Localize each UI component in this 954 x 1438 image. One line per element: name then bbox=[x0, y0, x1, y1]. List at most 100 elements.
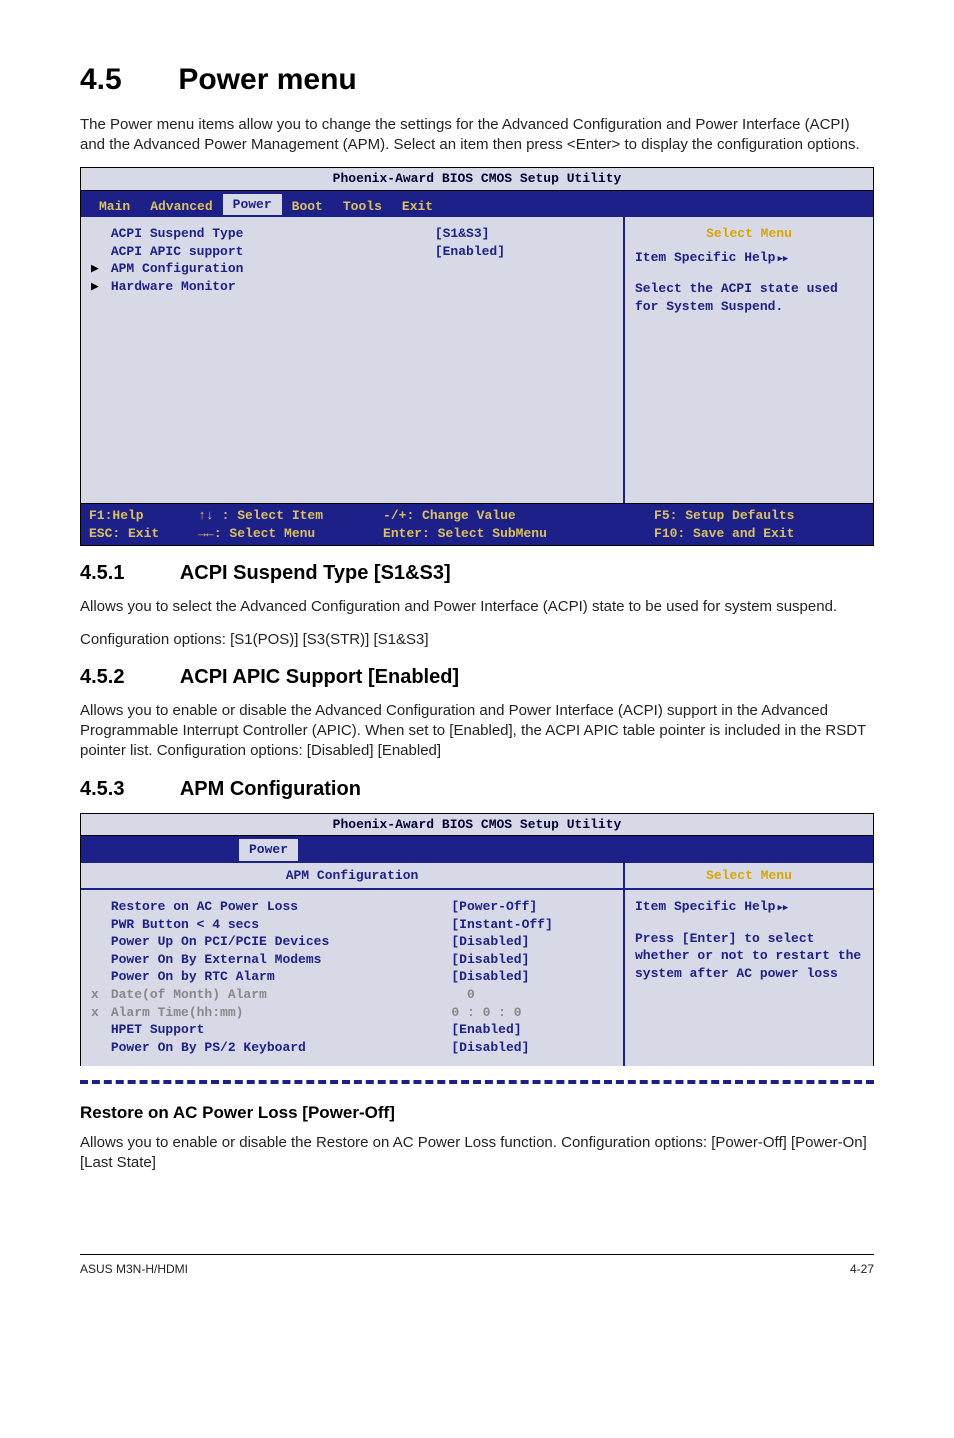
footer-right: 4-27 bbox=[850, 1261, 874, 1277]
bios2-config-header: APM Configuration bbox=[81, 863, 623, 889]
bios-row: Power On By PS/2 Keyboard[Disabled] bbox=[85, 1039, 613, 1057]
bios2-header-row: APM Configuration Select Menu bbox=[81, 863, 873, 891]
bios-row: Power Up On PCI/PCIE Devices[Disabled] bbox=[85, 933, 613, 951]
row-value: 0 bbox=[445, 986, 613, 1004]
row-label: Power On by RTC Alarm bbox=[105, 968, 446, 986]
sub-451-heading: 4.5.1 ACPI Suspend Type [S1&S3] bbox=[80, 560, 874, 587]
bios-row: HPET Support[Enabled] bbox=[85, 1021, 613, 1039]
section-heading: 4.5 Power menu bbox=[80, 60, 874, 101]
row-label: Date(of Month) Alarm bbox=[105, 986, 446, 1004]
sub-452-number: 4.5.2 bbox=[80, 664, 175, 691]
row-value: [Disabled] bbox=[445, 933, 613, 951]
row-arrow bbox=[85, 225, 105, 243]
bios2-cut-line bbox=[80, 1080, 874, 1088]
bios2-titlebar: Phoenix-Award BIOS CMOS Setup Utility bbox=[81, 814, 873, 837]
row-arrow bbox=[85, 933, 105, 951]
row-arrow: ▶ bbox=[85, 260, 105, 278]
bios-footer-col1: F1:Help ↑↓ : Select Item ESC: Exit →←: S… bbox=[89, 507, 323, 542]
row-value: [Disabled] bbox=[445, 1039, 613, 1057]
row-arrow bbox=[85, 898, 105, 916]
sub-451-body1: Allows you to select the Advanced Config… bbox=[80, 597, 874, 617]
bios-footer-col3: F5: Setup Defaults F10: Save and Exit bbox=[654, 507, 865, 542]
restore-body: Allows you to enable or disable the Rest… bbox=[80, 1133, 874, 1174]
bios-row: xDate(of Month) Alarm 0 bbox=[85, 986, 613, 1004]
section-title-text: Power menu bbox=[178, 63, 356, 96]
bios-menu-tools: Tools bbox=[333, 198, 392, 216]
bios-item-specific-help-label: Item Specific Help bbox=[635, 249, 863, 267]
bios-footer-col2: -/+: Change Value Enter: Select SubMenu bbox=[383, 507, 594, 542]
row-value: [Disabled] bbox=[445, 968, 613, 986]
row-label: APM Configuration bbox=[105, 260, 429, 278]
row-arrow bbox=[85, 243, 105, 261]
bios-row: ACPI APIC support[Enabled] bbox=[85, 243, 613, 261]
sub-452-title: ACPI APIC Support [Enabled] bbox=[180, 666, 459, 688]
row-label: Hardware Monitor bbox=[105, 278, 429, 296]
bios-menu-advanced: Advanced bbox=[140, 198, 222, 216]
bios2-item-specific-help-label: Item Specific Help bbox=[635, 898, 863, 916]
sub-451-title: ACPI Suspend Type [S1&S3] bbox=[180, 562, 451, 584]
restore-heading: Restore on AC Power Loss [Power-Off] bbox=[80, 1102, 874, 1125]
bios-item-specific-help-body: Select the ACPI state used for System Su… bbox=[635, 280, 863, 315]
bios-row: ▶APM Configuration bbox=[85, 260, 613, 278]
row-arrow: ▶ bbox=[85, 278, 105, 296]
bios-titlebar: Phoenix-Award BIOS CMOS Setup Utility bbox=[81, 168, 873, 191]
bios-row: Power On by RTC Alarm[Disabled] bbox=[85, 968, 613, 986]
bios-row: ACPI Suspend Type[S1&S3] bbox=[85, 225, 613, 243]
bios-row: ▶Hardware Monitor bbox=[85, 278, 613, 296]
bios-row: Restore on AC Power Loss[Power-Off] bbox=[85, 898, 613, 916]
row-value: [Enabled] bbox=[445, 1021, 613, 1039]
row-arrow bbox=[85, 916, 105, 934]
bios2-body: Restore on AC Power Loss[Power-Off] PWR … bbox=[81, 890, 873, 1066]
bios-menu-power: Power bbox=[223, 194, 282, 216]
row-label: Power Up On PCI/PCIE Devices bbox=[105, 933, 446, 951]
sub-453-heading: 4.5.3 APM Configuration bbox=[80, 776, 874, 803]
row-value: [S1&S3] bbox=[429, 225, 613, 243]
bios-menu-main: Main bbox=[89, 198, 140, 216]
row-arrow bbox=[85, 1039, 105, 1057]
footer-left: ASUS M3N-H/HDMI bbox=[80, 1261, 188, 1277]
bios2-item-specific-help-body: Press [Enter] to select whether or not t… bbox=[635, 930, 863, 983]
bios2-menu-power: Power bbox=[239, 839, 298, 861]
sub-451-body2: Configuration options: [S1(POS)] [S3(STR… bbox=[80, 630, 874, 650]
sub-452-heading: 4.5.2 ACPI APIC Support [Enabled] bbox=[80, 664, 874, 691]
row-value: [Power-Off] bbox=[445, 898, 613, 916]
row-value: [Enabled] bbox=[429, 243, 613, 261]
sub-451-number: 4.5.1 bbox=[80, 560, 175, 587]
bios-apm-config: Phoenix-Award BIOS CMOS Setup Utility Po… bbox=[80, 813, 874, 1067]
row-label: Power On By External Modems bbox=[105, 951, 446, 969]
bios-row: Power On By External Modems[Disabled] bbox=[85, 951, 613, 969]
row-value bbox=[429, 260, 613, 278]
bios-row: PWR Button < 4 secs[Instant-Off] bbox=[85, 916, 613, 934]
bios-power-menu: Phoenix-Award BIOS CMOS Setup Utility Ma… bbox=[80, 167, 874, 546]
row-label: Restore on AC Power Loss bbox=[105, 898, 446, 916]
section-number: 4.5 bbox=[80, 60, 170, 101]
row-label: ACPI APIC support bbox=[105, 243, 429, 261]
row-label: PWR Button < 4 secs bbox=[105, 916, 446, 934]
bios-menu-exit: Exit bbox=[392, 198, 443, 216]
bios-menu-boot: Boot bbox=[282, 198, 333, 216]
bios-footer: F1:Help ↑↓ : Select Item ESC: Exit →←: S… bbox=[81, 503, 873, 545]
row-arrow: x bbox=[85, 1004, 105, 1022]
row-label: Power On By PS/2 Keyboard bbox=[105, 1039, 446, 1057]
sub-453-number: 4.5.3 bbox=[80, 776, 175, 803]
sub-453-title: APM Configuration bbox=[180, 778, 361, 800]
bios-left-pane: ACPI Suspend Type[S1&S3] ACPI APIC suppo… bbox=[81, 217, 623, 503]
row-value: [Disabled] bbox=[445, 951, 613, 969]
bios-right-heading: Select Menu bbox=[635, 225, 863, 243]
row-arrow bbox=[85, 951, 105, 969]
row-label: Alarm Time(hh:mm) bbox=[105, 1004, 446, 1022]
bios2-right-heading: Select Menu bbox=[623, 863, 873, 889]
sub-452-body: Allows you to enable or disable the Adva… bbox=[80, 701, 874, 762]
row-arrow bbox=[85, 968, 105, 986]
row-arrow: x bbox=[85, 986, 105, 1004]
row-value: [Instant-Off] bbox=[445, 916, 613, 934]
bios-body: ACPI Suspend Type[S1&S3] ACPI APIC suppo… bbox=[81, 217, 873, 503]
row-value: 0 : 0 : 0 bbox=[445, 1004, 613, 1022]
row-label: ACPI Suspend Type bbox=[105, 225, 429, 243]
bios2-left-pane: Restore on AC Power Loss[Power-Off] PWR … bbox=[81, 890, 623, 1066]
bios-menubar: MainAdvancedPowerBootToolsExit bbox=[81, 191, 873, 218]
row-arrow bbox=[85, 1021, 105, 1039]
intro-paragraph: The Power menu items allow you to change… bbox=[80, 115, 874, 156]
row-label: HPET Support bbox=[105, 1021, 446, 1039]
bios2-right-pane: Item Specific Help Press [Enter] to sele… bbox=[623, 890, 873, 1066]
